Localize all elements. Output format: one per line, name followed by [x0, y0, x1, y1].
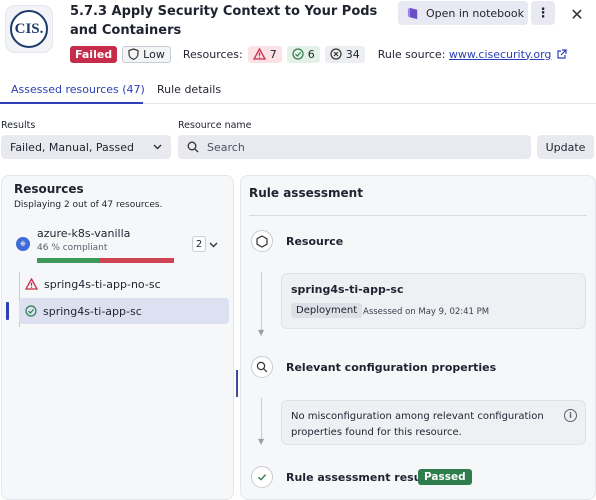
cluster-compliance: 46 % compliant: [37, 243, 108, 253]
chevron-down-icon[interactable]: [209, 242, 218, 248]
selection-indicator: [6, 302, 9, 320]
cluster-name[interactable]: azure-k8s-vanilla: [37, 227, 130, 240]
rule-assessment-panel: Rule assessment Resource ▼ spring4s-ti-a…: [240, 175, 596, 500]
notebook-icon: [407, 7, 418, 19]
resource-card-name: spring4s-ti-app-sc: [291, 283, 404, 296]
compliance-bar-passed: [37, 258, 101, 263]
status-badge: Failed: [70, 45, 118, 63]
resource-name-label: Resource name: [178, 120, 252, 131]
tab-rule-details[interactable]: Rule details: [157, 83, 221, 96]
compliance-bar: [37, 258, 174, 263]
assessed-on: Assessed on May 9, 02:41 PM: [363, 307, 490, 317]
results-select-value: Failed, Manual, Passed: [10, 140, 134, 154]
config-card: No misconfiguration among relevant confi…: [281, 400, 586, 445]
arrow-down-icon: ▼: [258, 437, 265, 446]
search-icon: [187, 141, 199, 153]
rule-meta: Failed Low Resources: 7 6 34 Rule source…: [70, 44, 568, 64]
active-tab-indicator: [0, 102, 143, 104]
divider: [249, 215, 587, 216]
rule-source: Rule source: www.cisecurity.org: [378, 48, 552, 61]
results-filter-label: Results: [1, 120, 36, 131]
cis-logo-mark: CIS.: [10, 10, 48, 48]
cis-logo: CIS.: [5, 5, 53, 53]
resources-subtitle: Displaying 2 out of 47 resources.: [14, 200, 163, 210]
result-badge: Passed: [418, 469, 472, 485]
arrow-down-icon: ▼: [258, 328, 265, 337]
search-placeholder: Search: [207, 140, 245, 154]
resource-kind-tag: Deployment: [291, 303, 363, 318]
tab-bar: Assessed resources (47) Rule details: [0, 78, 596, 104]
rule-source-link[interactable]: www.cisecurity.org: [449, 48, 551, 61]
hexagon-icon: [251, 230, 273, 252]
failed-count: 7: [269, 47, 277, 61]
check-circle-icon: [25, 305, 37, 317]
check-circle-icon: [251, 466, 273, 488]
chevron-down-icon: [153, 144, 162, 150]
warning-icon: [252, 48, 266, 60]
rule-source-label: Rule source:: [377, 47, 446, 61]
resources-title: Resources: [14, 182, 84, 196]
search-icon: [251, 356, 273, 378]
results-select[interactable]: Failed, Manual, Passed: [1, 135, 171, 159]
info-icon[interactable]: i: [564, 409, 577, 422]
passed-count-chip[interactable]: 6: [286, 45, 320, 63]
config-step-label: Relevant configuration properties: [286, 361, 497, 374]
more-options-button[interactable]: ⋮: [531, 1, 555, 25]
check-circle-icon: [292, 48, 304, 60]
external-link-icon[interactable]: [556, 48, 568, 60]
severity-badge: Low: [122, 45, 171, 63]
config-message: No misconfiguration among relevant confi…: [291, 411, 544, 438]
resource-item-label: spring4s-ti-app-no-sc: [44, 277, 161, 291]
skipped-count: 34: [345, 47, 360, 61]
cluster-count-badge: 2: [192, 236, 206, 252]
compliance-bar-failed: [100, 258, 174, 263]
severity-label: Low: [143, 47, 165, 61]
resources-label: Resources:: [182, 47, 243, 61]
resources-panel: Resources Displaying 2 out of 47 resourc…: [1, 175, 234, 500]
resource-search-input[interactable]: Search: [178, 135, 531, 159]
x-circle-icon: [330, 48, 342, 60]
resource-card: spring4s-ti-app-sc Deployment Assessed o…: [281, 273, 586, 329]
rule-title: 5.7.3 Apply Security Context to Your Pod…: [70, 4, 378, 38]
scroll-indicator[interactable]: [236, 370, 238, 397]
close-button[interactable]: ✕: [566, 3, 588, 25]
resource-item-label: spring4s-ti-app-sc: [43, 304, 142, 318]
resource-item-failed[interactable]: spring4s-ti-app-no-sc: [19, 271, 229, 297]
skipped-count-chip[interactable]: 34: [324, 45, 365, 63]
shield-icon: [128, 48, 139, 60]
open-in-notebook-button[interactable]: Open in notebook: [398, 1, 528, 25]
open-in-notebook-label: Open in notebook: [426, 6, 524, 20]
warning-icon: [25, 278, 38, 290]
step-connector: [261, 272, 262, 334]
failed-count-chip[interactable]: 7: [247, 45, 282, 63]
resource-item-passed[interactable]: spring4s-ti-app-sc: [19, 298, 229, 324]
update-button[interactable]: Update: [537, 135, 594, 159]
passed-count: 6: [307, 47, 315, 61]
tab-assessed-resources[interactable]: Assessed resources (47): [11, 83, 145, 96]
resource-step-label: Resource: [286, 235, 344, 248]
result-step-label: Rule assessment result:: [286, 471, 435, 484]
kubernetes-icon: ⎈: [16, 237, 30, 251]
rule-assessment-title: Rule assessment: [249, 186, 363, 200]
